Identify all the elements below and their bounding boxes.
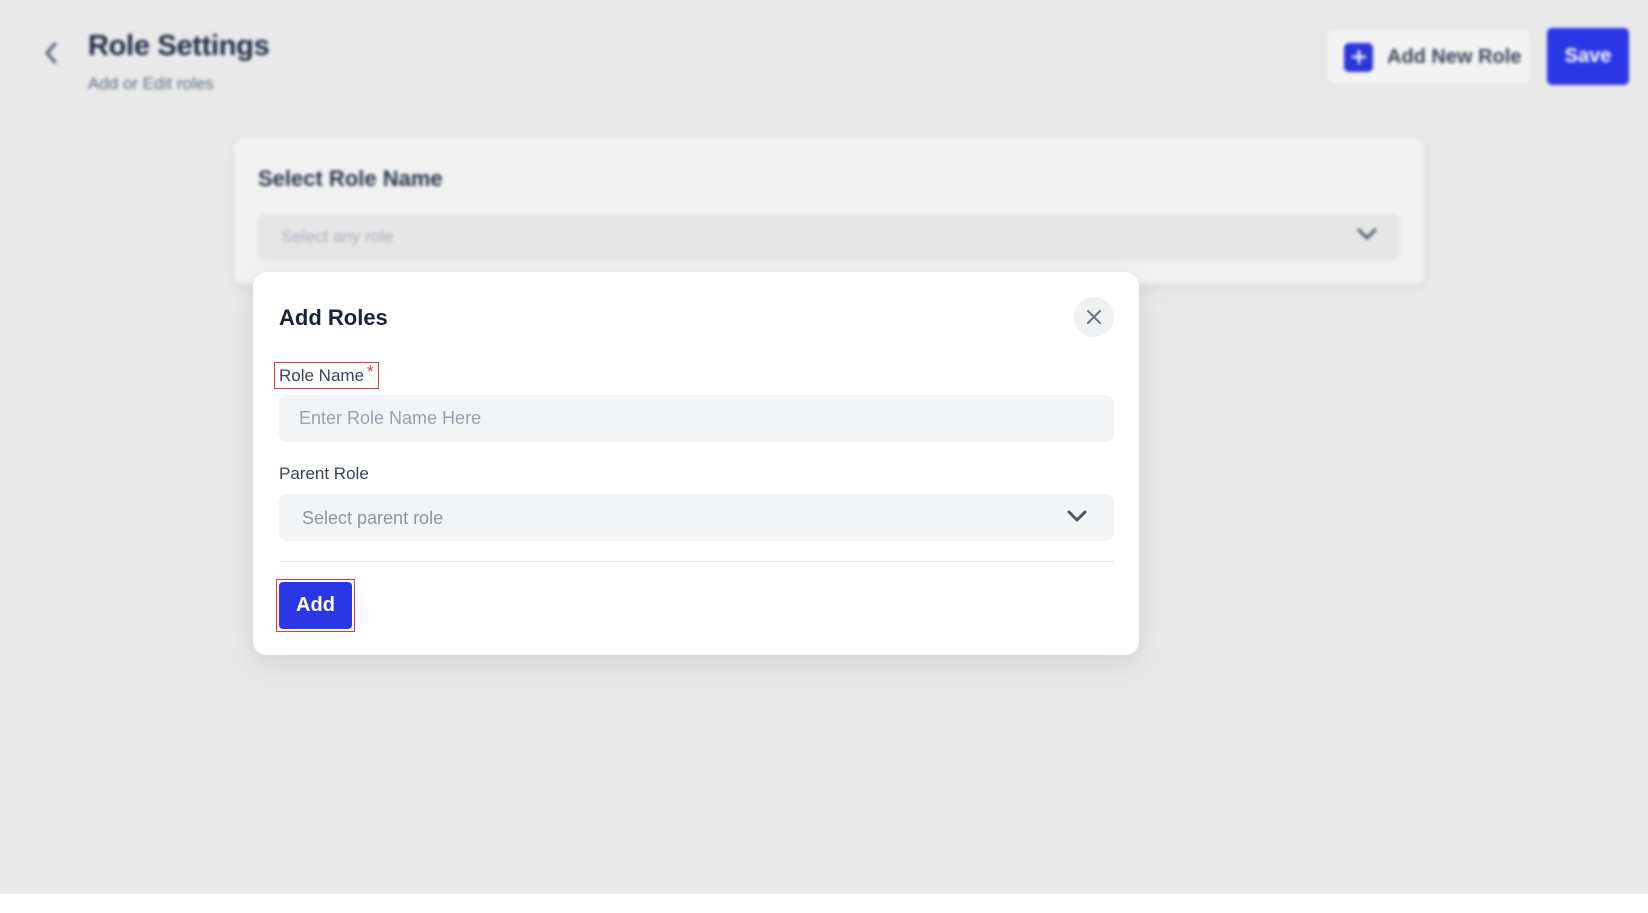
role-select[interactable]: Select any role <box>258 214 1400 260</box>
add-button-highlight: Add <box>276 579 355 632</box>
required-marker: * <box>367 361 374 381</box>
role-card-title: Select Role Name <box>258 166 443 191</box>
back-button[interactable] <box>38 38 64 68</box>
parent-role-select[interactable]: Select parent role <box>279 494 1114 541</box>
page-subtitle: Add or Edit roles <box>88 74 214 93</box>
save-button[interactable]: Save <box>1547 28 1629 85</box>
chevron-left-icon <box>45 42 57 64</box>
page: Role Settings Add or Edit roles Add New … <box>0 0 1648 913</box>
role-select-card: Select Role Name Select any role <box>234 138 1424 284</box>
close-icon <box>1087 310 1101 324</box>
role-name-input[interactable] <box>279 395 1114 442</box>
add-new-role-button[interactable]: Add New Role <box>1327 30 1530 84</box>
role-select-placeholder: Select any role <box>281 227 394 246</box>
add-new-role-label: Add New Role <box>1387 45 1522 68</box>
page-title: Role Settings <box>88 30 270 62</box>
modal-title: Add Roles <box>279 305 388 330</box>
add-button[interactable]: Add <box>279 582 352 629</box>
role-name-label: Role Name * <box>274 362 379 389</box>
parent-role-label: Parent Role <box>279 464 369 483</box>
role-name-label-text: Role Name <box>279 365 365 385</box>
close-button[interactable] <box>1074 297 1114 337</box>
chevron-down-icon <box>1356 227 1378 246</box>
bottom-strip <box>0 894 1648 913</box>
add-roles-modal: Add Roles Role Name * Parent Role Select… <box>253 272 1139 655</box>
plus-icon <box>1344 42 1373 72</box>
parent-role-placeholder: Select parent role <box>302 508 444 528</box>
chevron-down-icon <box>1066 509 1088 528</box>
divider <box>279 561 1114 562</box>
